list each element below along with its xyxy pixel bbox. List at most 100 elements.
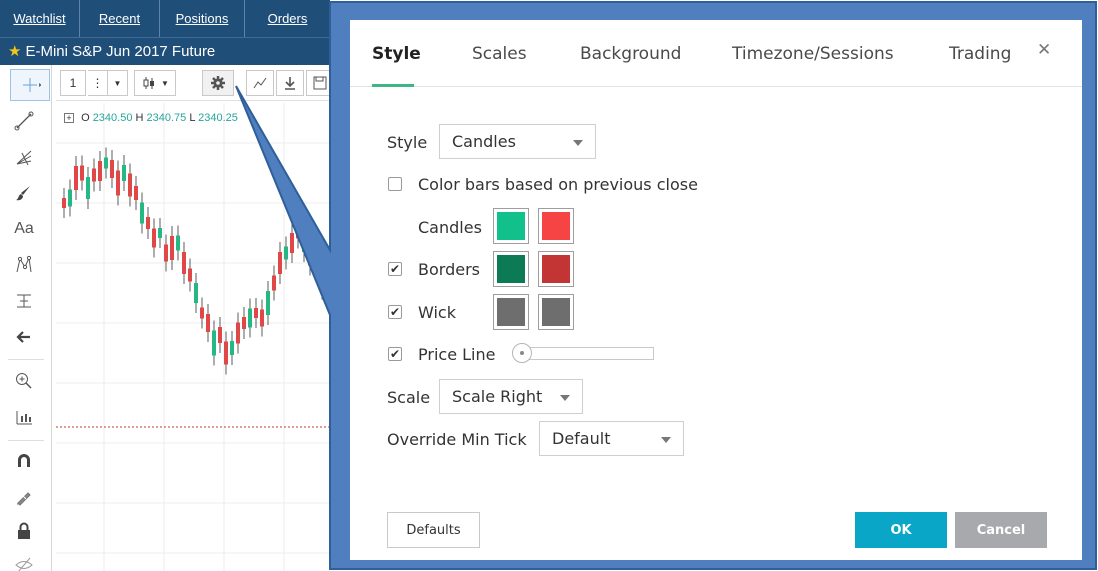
override-min-tick-select[interactable]: Default (539, 421, 684, 456)
tab-timezone-sessions[interactable]: Timezone/Sessions (732, 44, 894, 84)
price-chart[interactable]: + O 2340.50 H 2340.75 L 2340.25 (56, 103, 330, 571)
candles-down-color[interactable] (538, 208, 574, 244)
candles-label: Candles (418, 218, 482, 237)
candle-body (152, 228, 156, 248)
interval-button[interactable]: 1 (60, 70, 86, 96)
nav-tab-positions[interactable]: Positions (160, 0, 245, 37)
lock-drawings-tool[interactable] (6, 515, 42, 547)
ohlc-high-label: H (135, 112, 144, 124)
color-swatch (542, 212, 570, 240)
stay-in-drawing-tool[interactable] (6, 481, 42, 513)
volume-profile-tool[interactable] (6, 401, 42, 433)
chevron-down-icon (573, 140, 583, 146)
candle-body (278, 252, 282, 274)
chevron-down-icon (560, 395, 570, 401)
indicators-icon (253, 77, 267, 89)
tab-trading[interactable]: Trading (949, 44, 1011, 84)
trend-line-icon (14, 111, 34, 131)
borders-checkbox[interactable]: ✔ (388, 262, 402, 276)
magnet-icon (18, 454, 30, 467)
nav-tab-orders[interactable]: Orders (245, 0, 330, 37)
close-icon[interactable]: ✕ (1037, 40, 1051, 60)
candle-body (110, 160, 114, 178)
color-swatch (542, 298, 570, 326)
price-line-width-slider[interactable] (525, 347, 654, 360)
pattern-tool[interactable] (6, 249, 42, 281)
wick-checkbox[interactable]: ✔ (388, 305, 402, 319)
interval-menu-button[interactable]: ⋮ (88, 70, 108, 96)
chart-type-button[interactable]: ▼ (134, 70, 176, 96)
color-swatch (497, 255, 525, 283)
ok-button[interactable]: OK (855, 512, 947, 548)
candle-body (224, 341, 228, 365)
candle-body (68, 189, 72, 207)
tab-style[interactable]: Style (372, 44, 421, 84)
chevron-down-icon (661, 437, 671, 443)
checkmark-icon: ✔ (389, 347, 401, 361)
save-layout-button[interactable] (306, 70, 330, 96)
nav-tab-recent[interactable]: Recent (80, 0, 160, 37)
tab-scales[interactable]: Scales (472, 44, 527, 84)
bars-icon (16, 411, 32, 425)
hide-drawings-tool[interactable] (6, 549, 42, 571)
checkmark-icon: ✔ (389, 262, 401, 276)
candle-body (188, 268, 192, 282)
override-min-tick-label: Override Min Tick (387, 430, 527, 449)
style-select[interactable]: Candles (439, 124, 596, 159)
checkmark-icon: ✔ (389, 305, 401, 319)
trend-line-tool[interactable] (6, 105, 42, 137)
candle-body (146, 217, 150, 229)
candle-body (230, 341, 234, 355)
chart-toolbar: 1 ⋮ ▼ ▼ (56, 65, 330, 101)
eye-hidden-icon (15, 557, 33, 571)
favorite-star-icon[interactable]: ★ (8, 43, 21, 60)
compare-button[interactable] (276, 70, 304, 96)
color-bars-checkbox[interactable] (388, 177, 402, 191)
chart-settings-button[interactable] (202, 70, 234, 96)
scale-select[interactable]: Scale Right (439, 379, 583, 414)
candle-body (104, 157, 108, 169)
magnet-tool[interactable] (6, 445, 42, 477)
expand-icon[interactable]: + (64, 113, 74, 123)
tab-background[interactable]: Background (580, 44, 681, 84)
zoom-tool[interactable] (6, 365, 42, 397)
price-line-checkbox[interactable]: ✔ (388, 347, 402, 361)
measure-tool[interactable] (6, 285, 42, 317)
candles-up-color[interactable] (493, 208, 529, 244)
candle-body (92, 168, 96, 182)
remove-drawings-tool[interactable] (6, 321, 42, 353)
brush-tool[interactable] (6, 177, 42, 209)
candle-body (140, 202, 144, 224)
chart-properties-dialog: Style Scales Background Timezone/Session… (350, 20, 1082, 560)
crosshair-tool[interactable] (10, 69, 50, 101)
wick-up-color[interactable] (493, 294, 529, 330)
cancel-button[interactable]: Cancel (955, 512, 1047, 548)
gann-fan-tool[interactable] (6, 141, 42, 173)
ohlc-open-label: O (81, 112, 90, 124)
defaults-button[interactable]: Defaults (387, 512, 480, 548)
style-select-value: Candles (452, 132, 516, 151)
scale-select-value: Scale Right (452, 387, 543, 406)
arrow-left-icon (16, 331, 30, 343)
candle-body (74, 166, 78, 190)
candle-body (266, 291, 270, 315)
candle-body (242, 317, 246, 329)
candle-body (320, 266, 324, 290)
candle-body (296, 227, 300, 239)
slider-handle[interactable] (512, 343, 532, 363)
color-swatch (542, 255, 570, 283)
borders-up-color[interactable] (493, 251, 529, 287)
text-tool[interactable]: Aa (6, 213, 42, 245)
indicators-button[interactable] (246, 70, 274, 96)
scale-label: Scale (387, 388, 431, 407)
borders-down-color[interactable] (538, 251, 574, 287)
instrument-titlebar: ★ E-Mini S&P Jun 2017 Future (0, 37, 330, 65)
nav-tab-watchlist[interactable]: Watchlist (0, 0, 80, 37)
candle-body (284, 246, 288, 260)
ohlc-high-value: 2340.75 (146, 112, 187, 124)
candle-body (260, 309, 264, 327)
interval-dropdown[interactable]: ▼ (108, 70, 128, 96)
candle-body (164, 244, 168, 262)
borders-label: Borders (418, 260, 480, 279)
wick-down-color[interactable] (538, 294, 574, 330)
